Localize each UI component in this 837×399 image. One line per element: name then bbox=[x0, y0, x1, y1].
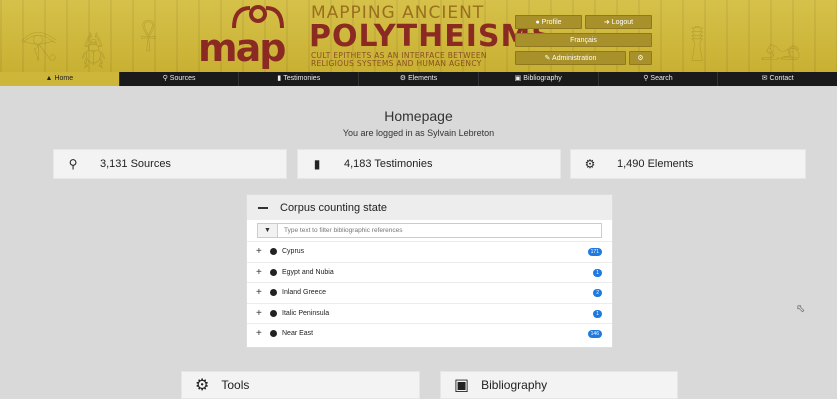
filter-icon: ▼ bbox=[258, 224, 278, 237]
globe-icon bbox=[270, 309, 277, 317]
globe-icon bbox=[270, 289, 277, 297]
corpus-row-near-east[interactable]: + Near East 146 bbox=[247, 323, 612, 344]
collapse-icon bbox=[258, 206, 268, 209]
globe-icon bbox=[270, 268, 277, 276]
cogs-icon: ⚙ bbox=[195, 377, 210, 394]
cog-icon: ⚙ bbox=[584, 157, 596, 171]
cogs-icon: ⚙ bbox=[637, 55, 644, 62]
stat-sources[interactable]: ⚲ 3,131 Sources bbox=[53, 149, 287, 179]
cog-icon: ⚙ bbox=[399, 75, 407, 82]
filter-box: ▼ bbox=[257, 223, 602, 238]
count-badge: 146 bbox=[587, 330, 602, 338]
globe-icon bbox=[270, 248, 277, 256]
hieroglyph-decoration: 𓆣 bbox=[80, 35, 107, 70]
hieroglyph-decoration: 𓊽 bbox=[690, 27, 705, 62]
nav-sources[interactable]: ⚲ Sources bbox=[120, 72, 240, 86]
corpus-row-egypt-nubia[interactable]: + Egypt and Nubia 1 bbox=[247, 261, 612, 283]
logout-icon: ➜ bbox=[603, 19, 610, 26]
settings-button[interactable]: ⚙ bbox=[629, 51, 652, 65]
home-icon: ▲ bbox=[45, 75, 53, 82]
book-icon: ▣ bbox=[454, 377, 470, 394]
envelope-icon: ✉ bbox=[761, 75, 768, 82]
filter-input[interactable] bbox=[278, 224, 601, 237]
expand-icon[interactable]: + bbox=[256, 246, 270, 257]
count-badge: 2 bbox=[593, 289, 602, 297]
corpus-row-inland-greece[interactable]: + Inland Greece 2 bbox=[247, 282, 612, 303]
mouse-cursor-icon: ⬁ bbox=[796, 303, 806, 315]
count-badge: 1 bbox=[593, 268, 602, 277]
corpus-row-cyprus[interactable]: + Cyprus 171 bbox=[247, 241, 612, 262]
site-subtitle: CULT EPITHETS AS AN INTERFACE BETWEEN RE… bbox=[311, 51, 487, 68]
count-badge: 1 bbox=[593, 309, 602, 318]
nav-testimonies[interactable]: ▮ Testimonies bbox=[239, 72, 360, 86]
expand-icon[interactable]: + bbox=[256, 287, 270, 298]
globe-icon bbox=[270, 330, 277, 338]
edit-icon: ✎ bbox=[544, 55, 551, 62]
tools-panel[interactable]: ⚙ Tools bbox=[181, 371, 420, 399]
profile-button[interactable]: ● Profile bbox=[515, 15, 582, 29]
pin-icon: ⚲ bbox=[68, 157, 78, 171]
corpus-panel-header[interactable]: Corpus counting state bbox=[247, 195, 612, 220]
page-title: Homepage bbox=[384, 108, 453, 124]
nav-bibliography[interactable]: ▣ Bibliography bbox=[479, 72, 599, 86]
nav-contact[interactable]: ✉ Contact bbox=[718, 72, 837, 86]
count-badge: 171 bbox=[587, 248, 602, 256]
nav-search[interactable]: ⚲ Search bbox=[599, 72, 719, 86]
file-icon: ▮ bbox=[313, 157, 321, 171]
administration-button[interactable]: ✎ Administration bbox=[515, 51, 626, 65]
stat-elements[interactable]: ⚙ 1,490 Elements bbox=[570, 149, 806, 179]
main-nav: ▲ Home ⚲ Sources ▮ Testimonies ⚙ Elements ▣ B… bbox=[0, 72, 837, 86]
nav-home[interactable]: ▲ Home bbox=[0, 72, 120, 86]
site-logo[interactable]: map bbox=[198, 26, 286, 70]
logout-button[interactable]: ➜ Logout bbox=[585, 15, 652, 29]
expand-icon[interactable]: + bbox=[256, 328, 270, 339]
stat-testimonies[interactable]: ▮ 4,183 Testimonies bbox=[297, 149, 561, 179]
hieroglyph-decoration: 𓃭 bbox=[760, 33, 801, 68]
hieroglyph-decoration: 𓋹 bbox=[140, 23, 157, 58]
expand-icon[interactable]: + bbox=[256, 267, 270, 278]
corpus-row-italic-peninsula[interactable]: + Italic Peninsula 1 bbox=[247, 302, 612, 324]
bibliography-panel[interactable]: ▣ Bibliography bbox=[440, 371, 678, 399]
login-status: You are logged in as Sylvain Lebreton bbox=[342, 128, 495, 138]
file-icon: ▮ bbox=[277, 75, 282, 82]
language-button[interactable]: Français bbox=[515, 33, 652, 47]
hieroglyph-decoration: 𓂀 bbox=[20, 27, 58, 62]
expand-icon[interactable]: + bbox=[256, 308, 270, 319]
site-banner: 𓂀 𓆣 𓋹 𓊽 𓃭 map MAPPING ANCIENT POLYTHEISM… bbox=[0, 0, 837, 72]
nav-elements[interactable]: ⚙ Elements bbox=[359, 72, 479, 86]
book-icon: ▣ bbox=[514, 75, 522, 82]
pin-icon: ⚲ bbox=[162, 75, 168, 82]
search-icon: ⚲ bbox=[643, 75, 649, 82]
corpus-panel: Corpus counting state ▼ + Cyprus 171 + E… bbox=[246, 194, 613, 348]
user-icon: ● bbox=[535, 19, 540, 26]
